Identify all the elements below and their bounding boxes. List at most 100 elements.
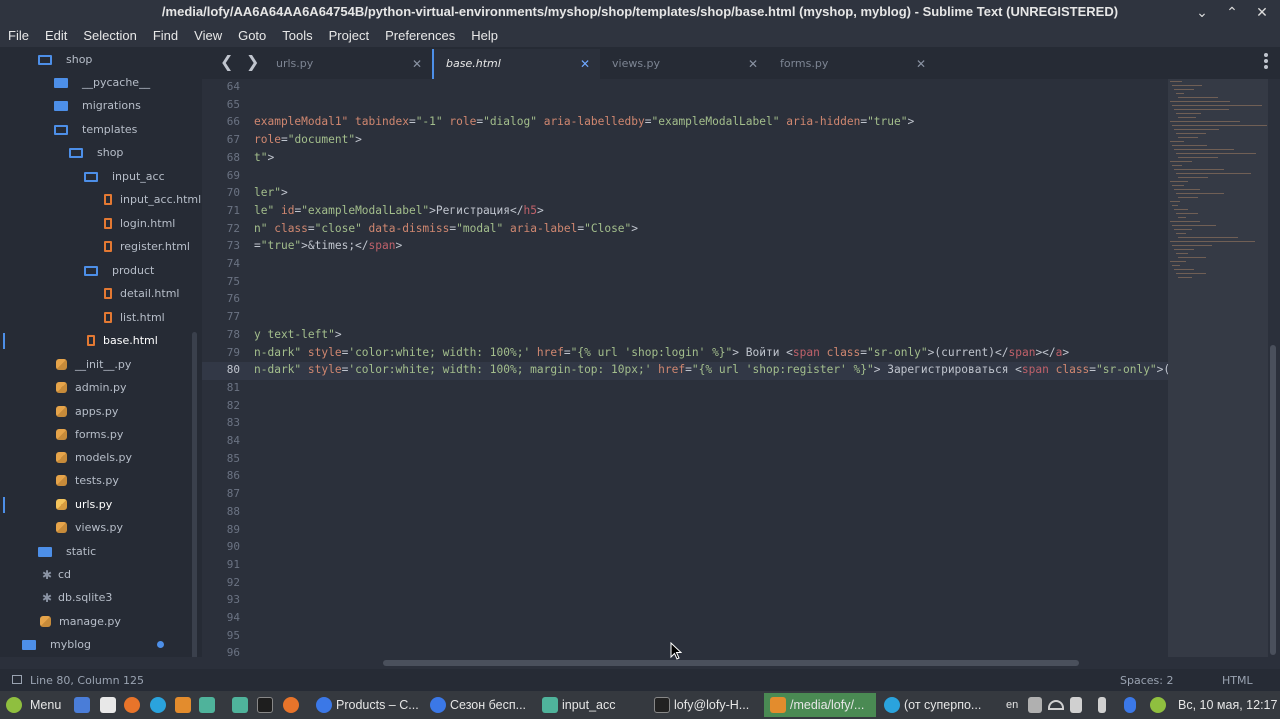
terminal-icon[interactable] bbox=[257, 697, 273, 713]
maximize-button[interactable]: ⌃ bbox=[1218, 0, 1246, 24]
close-button[interactable]: ✕ bbox=[1248, 0, 1276, 24]
tree-folder-templates[interactable]: templates bbox=[54, 118, 137, 141]
editor-vertical-scrollbar[interactable] bbox=[1270, 345, 1276, 655]
taskbar-window-sublime[interactable]: /media/lofy/... bbox=[764, 693, 876, 717]
code-line[interactable]: exampleModal1" tabindex="-1" role="dialo… bbox=[254, 115, 914, 128]
tree-file-tests-py[interactable]: tests.py bbox=[56, 469, 119, 492]
keyboard-layout[interactable]: en bbox=[1006, 691, 1018, 719]
code-line[interactable]: le" id="exampleModalLabel">Регистрация</… bbox=[254, 204, 544, 217]
taskbar-window-terminal[interactable]: lofy@lofy-H... bbox=[648, 693, 762, 717]
files-icon[interactable] bbox=[199, 697, 215, 713]
wifi-icon[interactable] bbox=[1048, 700, 1064, 710]
tab-forms-py[interactable]: forms.py ✕ bbox=[768, 49, 936, 79]
menu-view[interactable]: View bbox=[186, 24, 230, 47]
menu-selection[interactable]: Selection bbox=[75, 24, 144, 47]
tab-views-py[interactable]: views.py ✕ bbox=[600, 49, 768, 79]
minimap-line bbox=[1172, 265, 1180, 266]
line-number: 93 bbox=[226, 593, 240, 607]
printer-icon[interactable] bbox=[1028, 697, 1042, 713]
volume-icon[interactable] bbox=[1070, 697, 1082, 713]
code-line[interactable]: n" class="close" data-dismiss="modal" ar… bbox=[254, 222, 638, 235]
tab-back-arrow-icon[interactable]: ❮ bbox=[220, 47, 233, 77]
taskbar-window-chrome-products[interactable]: Products – C... bbox=[310, 693, 426, 717]
status-syntax[interactable]: HTML bbox=[1222, 674, 1253, 687]
tab-urls-py[interactable]: urls.py ✕ bbox=[264, 49, 432, 79]
code-line[interactable]: ="true">&times;</span> bbox=[254, 239, 402, 252]
taskbar-window-chrome-season[interactable]: Сезон бесп... bbox=[424, 693, 536, 717]
tree-file-models-py[interactable]: models.py bbox=[56, 446, 132, 469]
code-line[interactable]: n-dark" style='color:white; width: 100%;… bbox=[254, 363, 1168, 376]
folder-icon[interactable] bbox=[232, 697, 248, 713]
more-options-icon[interactable] bbox=[1264, 53, 1268, 71]
tree-file-views-py[interactable]: views.py bbox=[56, 516, 123, 539]
code-editor[interactable]: 64 65 66 67 68 69 70 71 72 73 74 75 76 77 78 79 80 81 82 83… bbox=[202, 79, 1168, 657]
tree-file-base-html[interactable]: base.html bbox=[87, 329, 158, 352]
tree-folder-migrations[interactable]: migrations bbox=[54, 94, 141, 117]
close-icon[interactable]: ✕ bbox=[412, 49, 422, 79]
menu-goto[interactable]: Goto bbox=[230, 24, 274, 47]
tree-folder-static[interactable]: static bbox=[38, 540, 96, 563]
status-indentation[interactable]: Spaces: 2 bbox=[1120, 674, 1173, 687]
code-line[interactable]: t"> bbox=[254, 151, 274, 164]
minimap-viewport[interactable] bbox=[1168, 79, 1268, 657]
menu-file[interactable]: File bbox=[0, 24, 37, 47]
tree-folder-pycache[interactable]: __pycache__ bbox=[54, 71, 150, 94]
tree-folder-shop[interactable]: shop bbox=[38, 48, 92, 71]
menu-preferences[interactable]: Preferences bbox=[377, 24, 463, 47]
battery-icon[interactable] bbox=[1098, 697, 1106, 713]
tree-folder-shop-templates[interactable]: shop bbox=[69, 141, 123, 164]
folder-icon bbox=[54, 77, 68, 88]
status-caret-position[interactable]: Line 80, Column 125 bbox=[12, 674, 144, 687]
show-desktop-icon[interactable] bbox=[74, 697, 90, 713]
close-icon[interactable]: ✕ bbox=[748, 49, 758, 79]
menu-help[interactable]: Help bbox=[463, 24, 506, 47]
telegram-icon[interactable] bbox=[150, 697, 166, 713]
menu-find[interactable]: Find bbox=[145, 24, 186, 47]
tree-folder-input-acc[interactable]: input_acc bbox=[84, 165, 165, 188]
menu-tools[interactable]: Tools bbox=[274, 24, 320, 47]
tree-file-urls-py[interactable]: urls.py bbox=[56, 493, 112, 516]
menu-project[interactable]: Project bbox=[321, 24, 377, 47]
tree-file-login-html[interactable]: login.html bbox=[104, 212, 175, 235]
minimap-line bbox=[1176, 173, 1251, 174]
close-icon[interactable]: ✕ bbox=[580, 49, 590, 79]
tab-base-html[interactable]: base.html ✕ bbox=[432, 49, 600, 79]
editor-horizontal-scrollbar[interactable] bbox=[383, 660, 1079, 666]
firefox-icon[interactable] bbox=[283, 697, 299, 713]
minimize-button[interactable]: ⌄ bbox=[1188, 0, 1216, 24]
tree-file-manage-py[interactable]: manage.py bbox=[40, 610, 121, 633]
tree-file-forms-py[interactable]: forms.py bbox=[56, 423, 123, 446]
taskbar-window-telegram[interactable]: (от суперпо... bbox=[878, 693, 990, 717]
tree-file-admin-py[interactable]: admin.py bbox=[56, 376, 126, 399]
firefox-icon[interactable] bbox=[124, 697, 140, 713]
tree-folder-product[interactable]: product bbox=[84, 259, 154, 282]
tree-file-db-sqlite3[interactable]: ✱ db.sqlite3 bbox=[42, 586, 112, 609]
code-line[interactable]: ler"> bbox=[254, 186, 288, 199]
panel-toggle-icon[interactable] bbox=[12, 675, 22, 684]
tree-file-apps-py[interactable]: apps.py bbox=[56, 400, 118, 423]
code-line[interactable]: y text-left"> bbox=[254, 328, 342, 341]
close-icon[interactable]: ✕ bbox=[916, 49, 926, 79]
html-file-icon bbox=[104, 241, 112, 252]
sidebar-scrollbar[interactable] bbox=[192, 332, 197, 657]
update-manager-icon[interactable] bbox=[1150, 697, 1166, 713]
sublime-text-icon[interactable] bbox=[175, 697, 191, 713]
line-number: 90 bbox=[226, 540, 240, 554]
tree-file-init-py[interactable]: __init__.py bbox=[56, 353, 131, 376]
minimap-line bbox=[1178, 137, 1198, 138]
tree-file-cd[interactable]: ✱ cd bbox=[42, 563, 71, 586]
tree-file-detail-html[interactable]: detail.html bbox=[104, 282, 179, 305]
text-editor-icon[interactable] bbox=[100, 697, 116, 713]
tree-file-input-acc-html[interactable]: input_acc.html bbox=[104, 188, 201, 211]
tab-forward-arrow-icon[interactable]: ❯ bbox=[246, 47, 259, 77]
code-line[interactable]: role="document"> bbox=[254, 133, 362, 146]
code-line[interactable]: n-dark" style='color:white; width: 100%;… bbox=[254, 346, 1069, 359]
menu-edit[interactable]: Edit bbox=[37, 24, 75, 47]
tree-folder-myblog[interactable]: myblog bbox=[22, 633, 91, 656]
tree-file-register-html[interactable]: register.html bbox=[104, 235, 190, 258]
minimap[interactable] bbox=[1168, 79, 1268, 657]
clock[interactable]: Вс, 10 мая, 12:17 bbox=[1178, 691, 1277, 719]
taskbar-window-files-input-acc[interactable]: input_acc bbox=[536, 693, 646, 717]
tree-file-list-html[interactable]: list.html bbox=[104, 306, 165, 329]
bluetooth-icon[interactable] bbox=[1124, 697, 1136, 713]
